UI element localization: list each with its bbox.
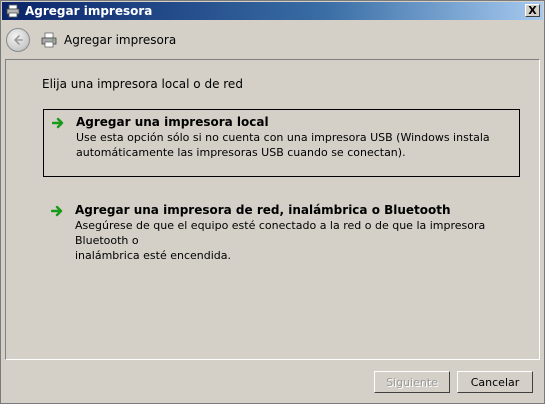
- option-title: Agregar una impresora local: [76, 115, 269, 129]
- description-line: inalámbrica esté encendida.: [75, 249, 231, 262]
- printer-icon: [40, 31, 58, 49]
- button-bar: Siguiente Cancelar: [2, 363, 543, 403]
- next-button[interactable]: Siguiente: [374, 371, 450, 393]
- option-description: Use esta opción sólo si no cuenta con un…: [76, 130, 511, 160]
- wizard-content: Elija una impresora local o de red Agreg…: [5, 59, 540, 360]
- description-line: automáticamente las impresoras USB cuand…: [76, 146, 406, 159]
- title-bar[interactable]: Agregar impresora X: [2, 2, 543, 20]
- close-icon: X: [528, 4, 537, 17]
- wizard-title: Agregar impresora: [64, 33, 177, 47]
- close-button[interactable]: X: [525, 4, 540, 17]
- window-title: Agregar impresora: [25, 4, 153, 18]
- cancel-button[interactable]: Cancelar: [457, 371, 533, 393]
- page-heading: Elija una impresora local o de red: [42, 77, 243, 91]
- back-button[interactable]: [6, 28, 30, 52]
- option-network-printer[interactable]: Agregar una impresora de red, inalámbric…: [43, 198, 520, 262]
- add-printer-window: Agregar impresora X Agregar impresora El…: [0, 0, 545, 404]
- option-local-printer[interactable]: Agregar una impresora local Use esta opc…: [43, 109, 520, 177]
- description-line: Use esta opción sólo si no cuenta con un…: [76, 131, 490, 144]
- green-arrow-icon: [52, 117, 64, 129]
- printer-icon: [5, 3, 21, 19]
- option-description: Asegúrese de que el equipo esté conectad…: [75, 218, 512, 263]
- nav-bar: Agregar impresora: [2, 21, 543, 59]
- option-title: Agregar una impresora de red, inalámbric…: [75, 203, 451, 217]
- arrow-left-icon: [14, 35, 23, 45]
- description-line: Asegúrese de que el equipo esté conectad…: [75, 219, 486, 247]
- green-arrow-icon: [51, 205, 63, 217]
